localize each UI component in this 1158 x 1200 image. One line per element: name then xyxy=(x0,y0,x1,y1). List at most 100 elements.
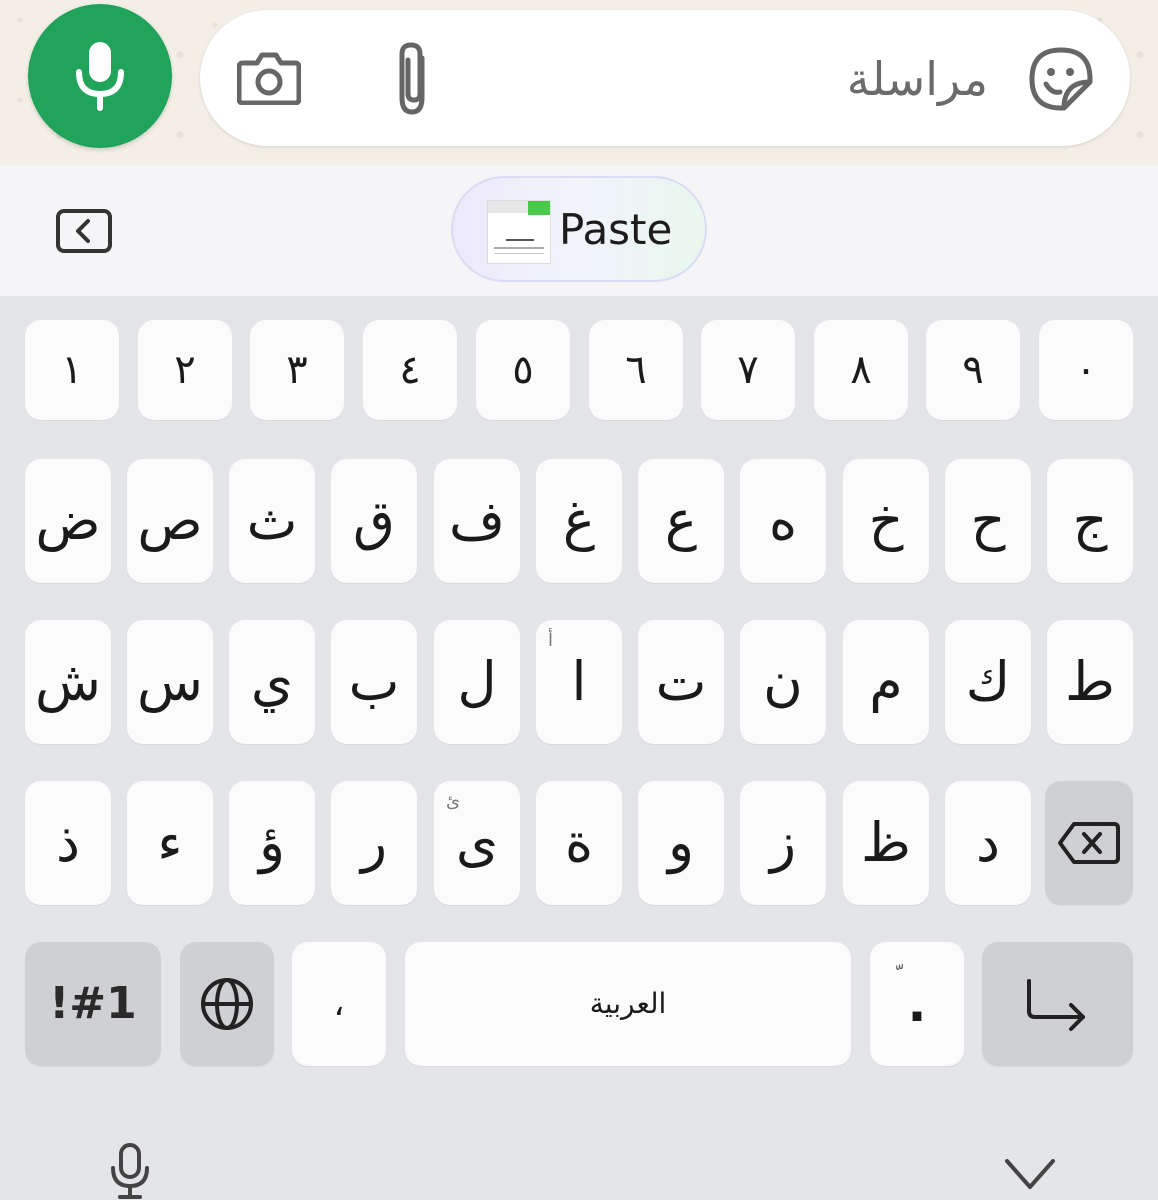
key-label: ٨ xyxy=(850,347,872,393)
chat-input-bar xyxy=(0,0,1158,165)
letter-key[interactable]: ن xyxy=(740,620,826,744)
key-label: د xyxy=(975,811,1001,874)
key-label: ٠ xyxy=(1075,347,1097,393)
clipboard-thumbnail xyxy=(487,200,551,264)
letter-key[interactable]: ص xyxy=(127,459,213,583)
key-label: ٤ xyxy=(399,347,421,393)
letter-key[interactable]: ط xyxy=(1047,620,1133,744)
backspace-icon xyxy=(1058,822,1120,864)
letter-key-alef-maksura[interactable]: ئى xyxy=(434,781,520,905)
back-chevron-icon xyxy=(56,209,112,253)
key-label: ٢ xyxy=(174,347,196,393)
key-3[interactable]: ٣ xyxy=(250,320,344,420)
letter-key[interactable]: ت xyxy=(638,620,724,744)
letter-key[interactable]: غ xyxy=(536,459,622,583)
key-label: ء xyxy=(157,811,183,874)
letter-key[interactable]: ع xyxy=(638,459,724,583)
key-6[interactable]: ٦ xyxy=(589,320,683,420)
key-label: ٦ xyxy=(625,347,647,393)
key-label: ؤ xyxy=(258,811,286,874)
globe-icon xyxy=(201,978,253,1030)
letter-key[interactable]: ي xyxy=(229,620,315,744)
letter-key[interactable]: س xyxy=(127,620,213,744)
key-label: ه xyxy=(768,489,798,552)
key-label: خ xyxy=(868,489,904,552)
space-label: العربية xyxy=(589,987,667,1020)
backspace-key[interactable] xyxy=(1045,781,1133,905)
key-label: ٥ xyxy=(512,347,534,393)
key-8[interactable]: ٨ xyxy=(814,320,908,420)
key-4[interactable]: ٤ xyxy=(363,320,457,420)
letter-key[interactable]: ض xyxy=(25,459,111,583)
voice-message-button[interactable] xyxy=(28,4,172,148)
language-switch-key[interactable] xyxy=(180,942,274,1066)
space-key[interactable]: العربية xyxy=(405,942,851,1066)
chevron-down-icon xyxy=(1005,1159,1055,1189)
key-7[interactable]: ٧ xyxy=(701,320,795,420)
message-input-pill xyxy=(200,10,1130,146)
key-hint: ئ xyxy=(446,791,461,812)
letter-key[interactable]: ج xyxy=(1047,459,1133,583)
suggestion-strip: Paste xyxy=(0,165,1158,296)
key-label: و xyxy=(667,811,695,874)
comma-key[interactable]: ، xyxy=(292,942,386,1066)
keyboard: ١ ٢ ٣ ٤ ٥ ٦ ٧ ٨ ٩ ٠ ض ص ث ق ف غ ع ه خ ح … xyxy=(0,296,1158,1200)
key-label: ت xyxy=(655,650,707,713)
key-label: ي xyxy=(250,650,294,713)
letter-key[interactable]: خ xyxy=(843,459,929,583)
key-9[interactable]: ٩ xyxy=(926,320,1020,420)
letter-key[interactable]: ز xyxy=(740,781,826,905)
sticker-button[interactable] xyxy=(1026,44,1096,114)
key-5[interactable]: ٥ xyxy=(476,320,570,420)
voice-input-button[interactable] xyxy=(100,1142,160,1200)
key-label: ط xyxy=(1065,650,1115,713)
key-label: ض xyxy=(35,489,101,552)
key-label: ى xyxy=(455,811,499,874)
letter-key[interactable]: ة xyxy=(536,781,622,905)
letter-key[interactable]: ل xyxy=(434,620,520,744)
key-label: غ xyxy=(562,489,596,552)
period-key[interactable]: ّ. xyxy=(870,942,964,1066)
letter-key[interactable]: ء xyxy=(127,781,213,905)
letter-key[interactable]: ش xyxy=(25,620,111,744)
letter-key[interactable]: ق xyxy=(331,459,417,583)
message-input[interactable] xyxy=(536,42,990,116)
key-label: ن xyxy=(763,650,803,713)
key-label: ٣ xyxy=(286,347,308,393)
key-label: . xyxy=(907,975,927,1033)
letter-key[interactable]: ح xyxy=(945,459,1031,583)
paste-chip[interactable]: Paste xyxy=(451,176,707,282)
microphone-icon xyxy=(76,42,124,111)
key-label: ز xyxy=(769,811,797,874)
enter-key[interactable] xyxy=(982,942,1133,1066)
letter-key[interactable]: ث xyxy=(229,459,315,583)
key-label: !#1 xyxy=(49,978,137,1029)
key-label: ل xyxy=(457,650,497,713)
paste-label: Paste xyxy=(559,205,673,254)
key-label: ظ xyxy=(861,811,911,874)
letter-key-alef[interactable]: أا xyxy=(536,620,622,744)
letter-key[interactable]: د xyxy=(945,781,1031,905)
letter-key[interactable]: ب xyxy=(331,620,417,744)
letter-key[interactable]: ر xyxy=(331,781,417,905)
key-label: ك xyxy=(965,650,1011,713)
toolbar-back-button[interactable] xyxy=(54,207,114,255)
camera-button[interactable] xyxy=(230,46,308,110)
key-label: ا xyxy=(571,650,587,713)
key-label: ، xyxy=(333,984,345,1024)
letter-key[interactable]: ؤ xyxy=(229,781,315,905)
letter-key[interactable]: م xyxy=(843,620,929,744)
key-label: ١ xyxy=(61,347,83,393)
key-1[interactable]: ١ xyxy=(25,320,119,420)
symbols-key[interactable]: !#1 xyxy=(25,942,161,1066)
key-2[interactable]: ٢ xyxy=(138,320,232,420)
key-0[interactable]: ٠ xyxy=(1039,320,1133,420)
hide-keyboard-button[interactable] xyxy=(1000,1154,1060,1194)
letter-key[interactable]: ف xyxy=(434,459,520,583)
letter-key[interactable]: و xyxy=(638,781,724,905)
letter-key[interactable]: ذ xyxy=(25,781,111,905)
letter-key[interactable]: ك xyxy=(945,620,1031,744)
attach-button[interactable] xyxy=(382,40,442,118)
letter-key[interactable]: ه xyxy=(740,459,826,583)
letter-key[interactable]: ظ xyxy=(843,781,929,905)
